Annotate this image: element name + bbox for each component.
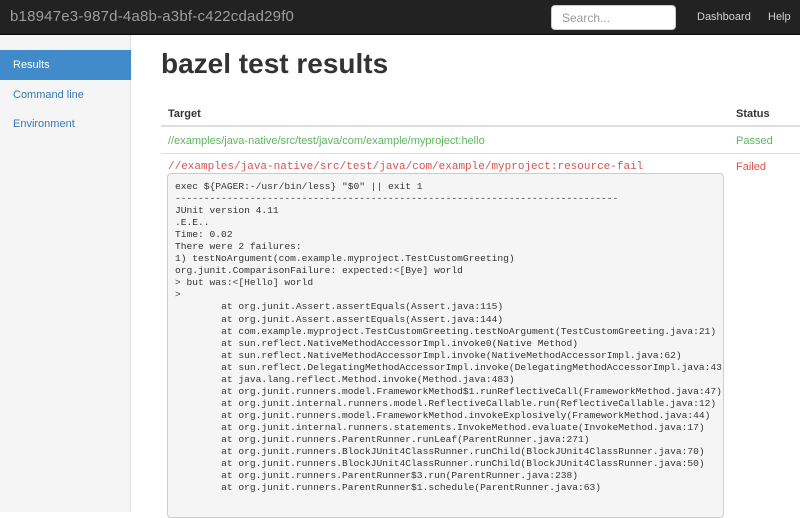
sidebar-item-environment[interactable]: Environment — [0, 109, 131, 139]
sidebar: Results Command line Environment — [0, 35, 131, 512]
nav-link-help[interactable]: Help — [768, 11, 791, 23]
test-log-output[interactable]: exec ${PAGER:-/usr/bin/less} "$0" || exi… — [167, 173, 724, 518]
table-row-target-link[interactable]: //examples/java-native/src/test/java/com… — [168, 135, 485, 147]
table-row-target-link[interactable]: //examples/java-native/src/test/java/com… — [168, 161, 643, 173]
table-row-divider — [161, 153, 800, 154]
sidebar-item-results[interactable]: Results — [0, 50, 131, 80]
nav-link-dashboard[interactable]: Dashboard — [697, 11, 751, 23]
column-header-target: Target — [168, 108, 201, 120]
status-badge-passed: Passed — [736, 135, 773, 147]
status-badge-failed: Failed — [736, 161, 766, 173]
table-header-divider — [161, 125, 800, 127]
top-navbar: b18947e3-987d-4a8b-a3bf-c422cdad29f0 Das… — [0, 0, 800, 35]
navbar-brand[interactable]: b18947e3-987d-4a8b-a3bf-c422cdad29f0 — [10, 8, 294, 25]
sidebar-item-command-line[interactable]: Command line — [0, 80, 131, 110]
page-title: bazel test results — [161, 48, 389, 79]
search-input[interactable] — [551, 5, 676, 30]
test-log-text: exec ${PAGER:-/usr/bin/less} "$0" || exi… — [175, 181, 724, 494]
column-header-status: Status — [736, 108, 770, 120]
